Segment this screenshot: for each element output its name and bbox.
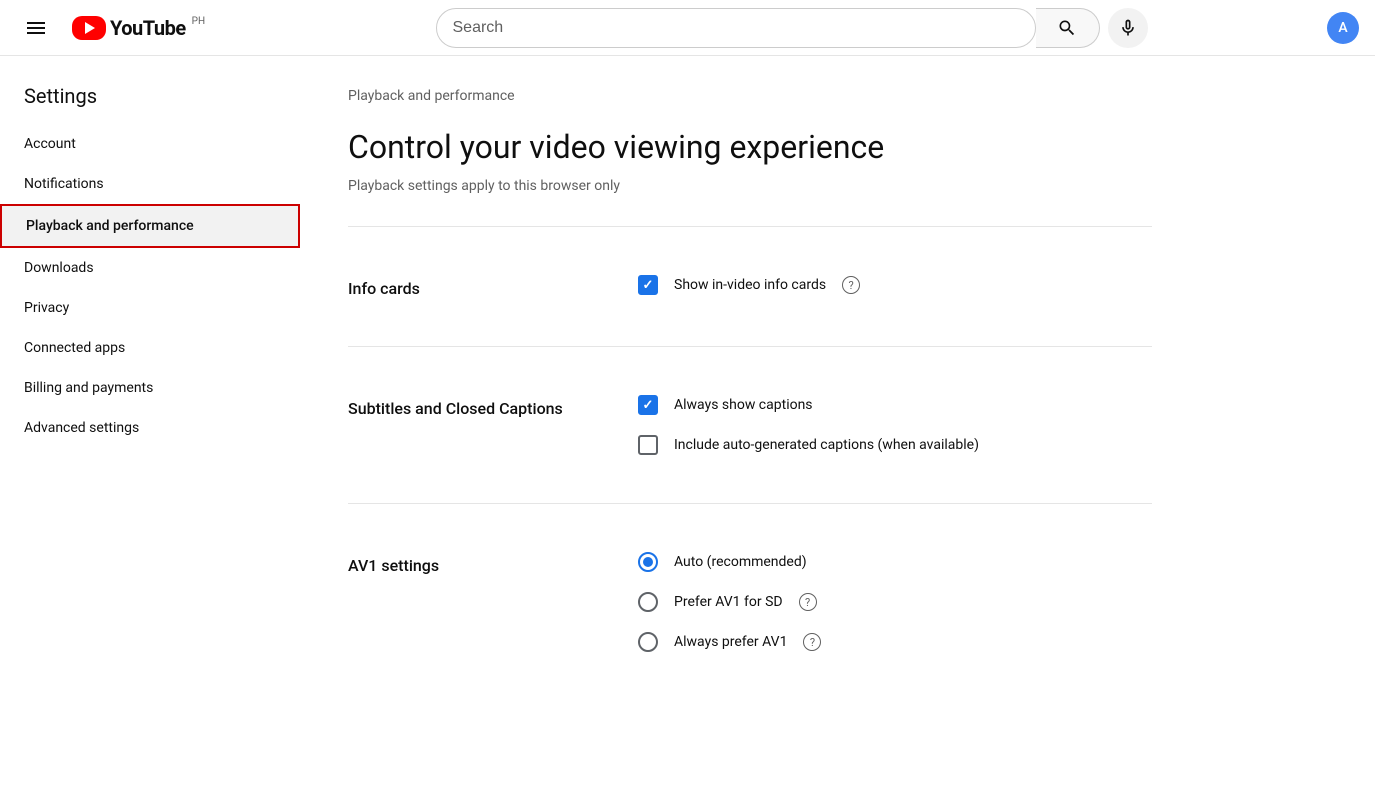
sidebar: Settings Account Notifications Playback …	[0, 56, 300, 796]
sidebar-item-label-downloads: Downloads	[24, 260, 94, 276]
mic-button[interactable]	[1108, 8, 1148, 48]
av1-controls: Auto (recommended) Prefer AV1 for SD ? A…	[638, 552, 1152, 652]
av1-row-2: Always prefer AV1 ?	[638, 632, 1152, 652]
header-center	[256, 8, 1327, 48]
settings-section-subtitles: Subtitles and Closed Captions ✓ Always s…	[348, 371, 1152, 479]
header-left: YouTube PH	[16, 8, 256, 48]
info-cards-controls: ✓ Show in-video info cards ?	[638, 275, 1152, 298]
play-triangle	[85, 22, 95, 34]
avatar[interactable]: A	[1327, 12, 1359, 44]
av1-radio-0[interactable]	[638, 552, 658, 572]
section-subtitle: Playback settings apply to this browser …	[348, 178, 1152, 194]
subtitles-label-0: Always show captions	[674, 397, 813, 413]
divider-2	[348, 346, 1152, 347]
section-heading: Control your video viewing experience	[348, 128, 1152, 166]
sidebar-item-privacy[interactable]: Privacy	[0, 288, 300, 328]
search-icon	[1057, 18, 1077, 38]
page-layout: Settings Account Notifications Playback …	[0, 56, 1375, 796]
av1-help-icon-2[interactable]: ?	[803, 633, 821, 651]
sidebar-item-label-notifications: Notifications	[24, 176, 104, 192]
youtube-wordmark: YouTube	[110, 16, 186, 40]
sidebar-item-label-playback: Playback and performance	[26, 218, 194, 234]
checkmark-icon-2: ✓	[643, 398, 654, 413]
settings-section-info-cards: Info cards ✓ Show in-video info cards ?	[348, 251, 1152, 322]
header: YouTube PH A	[0, 0, 1375, 56]
av1-label-2: Always prefer AV1	[674, 634, 787, 650]
info-cards-label-0: Show in-video info cards	[674, 277, 826, 293]
main-content: Playback and performance Control your vi…	[300, 56, 1200, 796]
sidebar-item-account[interactable]: Account	[0, 124, 300, 164]
checkmark-icon: ✓	[643, 278, 654, 293]
sidebar-item-notifications[interactable]: Notifications	[0, 164, 300, 204]
mic-icon	[1118, 18, 1138, 38]
info-cards-help-icon-0[interactable]: ?	[842, 276, 860, 294]
subtitles-checkbox-0[interactable]: ✓	[638, 395, 658, 415]
sidebar-item-label-advanced: Advanced settings	[24, 420, 139, 436]
av1-label: AV1 settings	[348, 552, 598, 652]
subtitles-row-0: ✓ Always show captions	[638, 395, 1152, 415]
country-badge: PH	[192, 16, 205, 27]
logo[interactable]: YouTube PH	[72, 16, 205, 40]
breadcrumb: Playback and performance	[348, 88, 1152, 104]
sidebar-item-label-billing: Billing and payments	[24, 380, 153, 396]
divider	[348, 226, 1152, 227]
sidebar-item-connected-apps[interactable]: Connected apps	[0, 328, 300, 368]
search-bar	[436, 8, 1036, 48]
subtitles-controls: ✓ Always show captions Include auto-gene…	[638, 395, 1152, 455]
youtube-play-icon	[72, 16, 106, 40]
subtitles-label-1: Include auto-generated captions (when av…	[674, 437, 979, 453]
settings-section-av1: AV1 settings Auto (recommended) Prefer A…	[348, 528, 1152, 676]
subtitles-checkbox-1[interactable]	[638, 435, 658, 455]
info-cards-checkbox-0[interactable]: ✓	[638, 275, 658, 295]
sidebar-item-label-account: Account	[24, 136, 76, 152]
info-cards-row-0: ✓ Show in-video info cards ?	[638, 275, 1152, 295]
sidebar-title: Settings	[0, 76, 300, 124]
header-right: A	[1327, 12, 1359, 44]
search-button[interactable]	[1036, 8, 1100, 48]
av1-row-0: Auto (recommended)	[638, 552, 1152, 572]
info-cards-label: Info cards	[348, 275, 598, 298]
av1-label-0: Auto (recommended)	[674, 554, 807, 570]
sidebar-item-advanced[interactable]: Advanced settings	[0, 408, 300, 448]
sidebar-item-label-connected-apps: Connected apps	[24, 340, 125, 356]
sidebar-item-label-privacy: Privacy	[24, 300, 69, 316]
av1-row-1: Prefer AV1 for SD ?	[638, 592, 1152, 612]
subtitles-label: Subtitles and Closed Captions	[348, 395, 598, 455]
sidebar-item-playback[interactable]: Playback and performance	[0, 204, 300, 248]
av1-radio-2[interactable]	[638, 632, 658, 652]
hamburger-button[interactable]	[16, 8, 56, 48]
sidebar-item-billing[interactable]: Billing and payments	[0, 368, 300, 408]
search-container	[436, 8, 1100, 48]
divider-3	[348, 503, 1152, 504]
av1-label-1: Prefer AV1 for SD	[674, 594, 783, 610]
search-input[interactable]	[437, 8, 1035, 48]
av1-radio-1[interactable]	[638, 592, 658, 612]
hamburger-icon	[24, 16, 48, 40]
av1-help-icon-1[interactable]: ?	[799, 593, 817, 611]
radio-inner-icon	[643, 557, 653, 567]
subtitles-row-1: Include auto-generated captions (when av…	[638, 435, 1152, 455]
sidebar-item-downloads[interactable]: Downloads	[0, 248, 300, 288]
